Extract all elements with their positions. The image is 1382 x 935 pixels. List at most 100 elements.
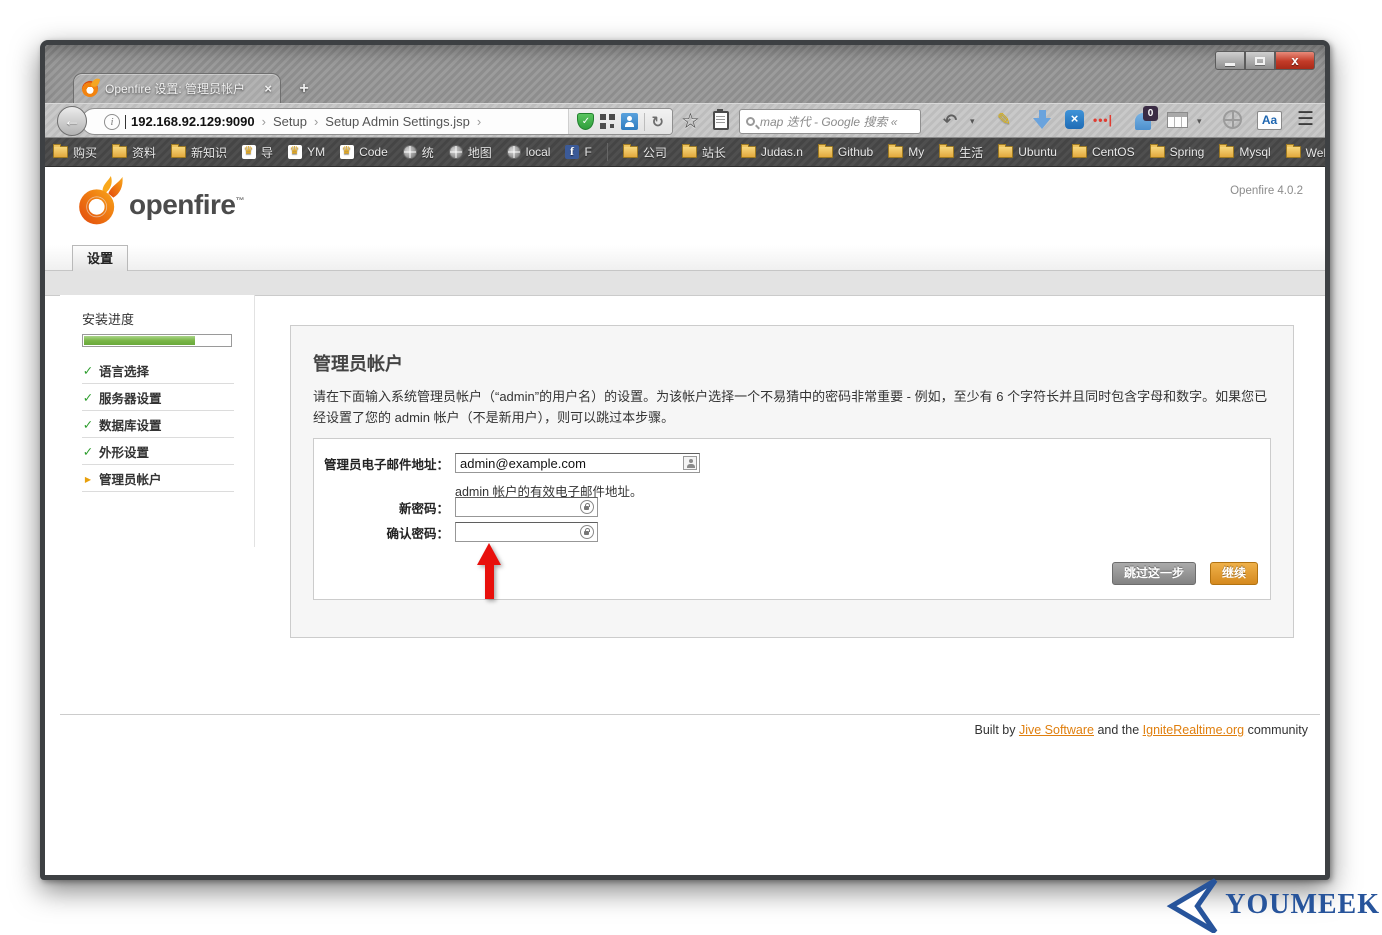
bookmark-item[interactable]: Code [340, 145, 388, 159]
progress-bar [82, 334, 232, 347]
bookmark-item[interactable]: local [507, 145, 551, 159]
bookmark-icon [1072, 146, 1087, 158]
bookmark-item[interactable]: Spring [1150, 145, 1205, 159]
close-button[interactable]: x [1275, 51, 1315, 70]
tab-close-icon[interactable]: × [264, 81, 272, 96]
highlighter-icon[interactable]: ✎ [997, 110, 1011, 130]
download-arrow-icon[interactable] [1033, 110, 1053, 130]
text-aa-icon[interactable]: Aa [1257, 111, 1282, 130]
table-grid-icon[interactable] [1167, 112, 1188, 128]
email-label: 管理员电子邮件地址： [314, 454, 449, 473]
reload-icon[interactable]: ↻ [651, 113, 664, 131]
url-crumb[interactable]: Setup [273, 114, 307, 129]
step-status-icon [82, 417, 94, 432]
bookmark-item[interactable]: 公司 [623, 144, 667, 161]
password-lock-icon[interactable] [580, 525, 594, 539]
globe-icon[interactable] [1223, 110, 1242, 129]
bookmark-item[interactable]: F [565, 145, 591, 159]
back-button[interactable]: ← [57, 106, 87, 136]
extension-ghost-icon[interactable]: 0 [1135, 113, 1151, 130]
bookmark-icon [340, 145, 354, 159]
bookmark-star-icon[interactable]: ☆ [681, 109, 700, 134]
overflow-dots-icon[interactable]: •••| [1093, 113, 1113, 127]
watermark: YOUMEEK [1165, 877, 1380, 933]
autofill-person-icon[interactable] [683, 456, 697, 470]
jive-software-link[interactable]: Jive Software [1019, 723, 1094, 737]
bookmark-item[interactable]: 资料 [112, 144, 156, 161]
bookmark-item[interactable]: 新知识 [171, 144, 227, 161]
page-title: 管理员帐户 [313, 350, 403, 376]
password-lock-icon[interactable] [580, 500, 594, 514]
bookmark-label: Ubuntu [1018, 145, 1057, 159]
new-tab-button[interactable]: + [291, 77, 317, 101]
bookmark-item[interactable]: Ubuntu [998, 145, 1057, 159]
skip-step-button[interactable]: 跳过这一步 [1112, 562, 1196, 585]
bookmark-item[interactable]: My [888, 145, 924, 159]
bookmark-item[interactable] [607, 143, 608, 161]
identity-icon[interactable] [621, 113, 638, 130]
bookmark-item[interactable]: YM [288, 145, 325, 159]
site-info-icon[interactable]: i [104, 114, 120, 130]
admin-email-field[interactable] [455, 453, 700, 473]
bookmark-item[interactable]: Mysql [1219, 145, 1270, 159]
undo-icon[interactable]: ↶ [943, 111, 957, 131]
bookmark-item[interactable]: CentOS [1072, 145, 1135, 159]
bookmark-item[interactable]: 统 [403, 144, 434, 161]
bookmark-item[interactable]: Web框架 [1286, 144, 1325, 161]
bookmark-item[interactable]: 站长 [682, 144, 726, 161]
tab-setup[interactable]: 设置 [72, 245, 128, 271]
bookmark-icon [507, 145, 521, 159]
bookmark-label: CentOS [1092, 145, 1135, 159]
bookmark-icon [998, 146, 1013, 158]
footer-text: community [1244, 723, 1308, 737]
search-input[interactable] [760, 115, 914, 129]
bookmark-item[interactable]: 地图 [449, 144, 492, 161]
url-bar[interactable]: i 192.168.92.129:9090 › Setup › Setup Ad… [81, 108, 673, 135]
browser-window: Openfire 设置: 管理员帐户 × + x ← i 192.168.92.… [40, 40, 1330, 880]
minimize-button[interactable] [1215, 51, 1245, 70]
titlebar[interactable]: Openfire 设置: 管理员帐户 × + x [45, 45, 1325, 103]
bookmark-icon [403, 145, 417, 159]
bookmark-item[interactable]: Judas.n [741, 145, 803, 159]
openfire-wordmark: openfire™ [129, 189, 244, 221]
bookmark-label: Code [359, 145, 388, 159]
search-icon [746, 117, 755, 126]
bookmark-label: Spring [1170, 145, 1205, 159]
bookmark-item[interactable]: Github [818, 145, 873, 159]
bookmark-item[interactable]: 导 [242, 144, 273, 161]
igniterealtime-link[interactable]: IgniteRealtime.org [1143, 723, 1244, 737]
page-content: openfire™ Openfire 4.0.2 设置 安装进度 语言选择 [45, 167, 1325, 875]
step-label: 管理员帐户 [99, 469, 162, 488]
undo-dropdown-icon[interactable]: ▾ [970, 116, 975, 127]
bookmark-label: YM [307, 145, 325, 159]
grid-dropdown-icon[interactable]: ▾ [1197, 116, 1202, 127]
text-caret [125, 115, 126, 129]
tab-title: Openfire 设置: 管理员帐户 [105, 80, 257, 97]
xmarks-sync-icon[interactable]: × [1065, 110, 1084, 129]
url-host[interactable]: 192.168.92.129:9090 [131, 114, 255, 129]
bookmark-icon [818, 146, 833, 158]
url-crumb[interactable]: Setup Admin Settings.jsp [325, 114, 470, 129]
setup-step: 语言选择 [82, 357, 234, 384]
bookmark-icon [288, 145, 302, 159]
bookmark-icon [565, 145, 579, 159]
hamburger-menu-icon[interactable]: ☰ [1297, 108, 1314, 131]
setup-tab-row: 设置 [45, 245, 1325, 271]
bookmark-item[interactable]: 购买 [53, 144, 97, 161]
bookmark-icon [623, 146, 638, 158]
qr-code-icon[interactable] [600, 114, 615, 129]
bookmarks-panel-icon[interactable] [713, 111, 729, 130]
new-password-field[interactable] [455, 497, 598, 517]
search-box[interactable] [739, 109, 921, 134]
browser-tab[interactable]: Openfire 设置: 管理员帐户 × [73, 73, 281, 103]
window-controls: x [1215, 51, 1315, 70]
bookmark-item[interactable]: 生活 [939, 144, 983, 161]
maximize-button[interactable] [1245, 51, 1275, 70]
security-shield-icon[interactable]: ✓ [577, 113, 594, 130]
extension-badge: 0 [1143, 106, 1158, 121]
step-status-icon [82, 444, 94, 459]
confirm-password-field[interactable] [455, 522, 598, 542]
continue-button[interactable]: 继续 [1210, 562, 1258, 585]
bookmark-label: 统 [422, 144, 434, 161]
step-status-icon [82, 363, 94, 378]
